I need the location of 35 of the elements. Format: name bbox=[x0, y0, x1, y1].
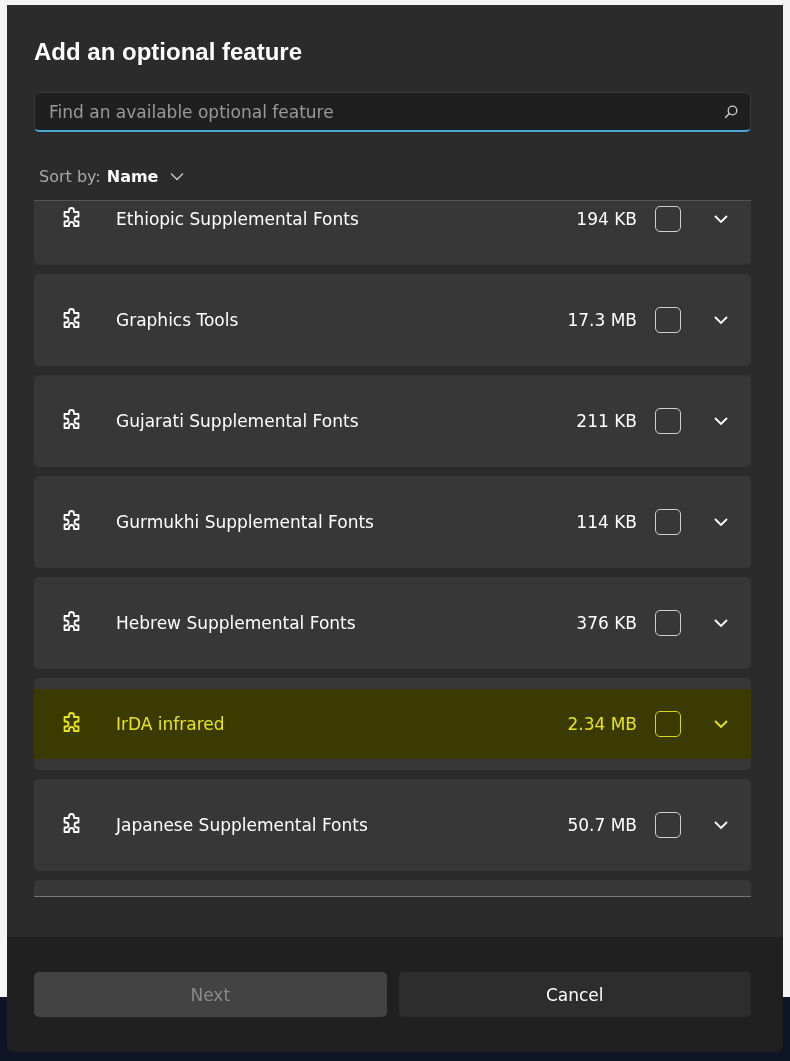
feature-item[interactable]: Ethiopic Supplemental Fonts 194 KB bbox=[34, 201, 751, 265]
feature-item[interactable]: Graphics Tools 17.3 MB bbox=[34, 274, 751, 366]
feature-item[interactable]: IrDA infrared 2.34 MB bbox=[34, 678, 751, 770]
feature-checkbox[interactable] bbox=[655, 408, 681, 434]
feature-checkbox[interactable] bbox=[655, 307, 681, 333]
sort-dropdown[interactable]: Sort by: Name bbox=[34, 167, 185, 186]
feature-size: 17.3 MB bbox=[567, 310, 637, 330]
feature-item[interactable]: Gujarati Supplemental Fonts 211 KB bbox=[34, 375, 751, 467]
feature-checkbox[interactable] bbox=[655, 711, 681, 737]
feature-size: 114 KB bbox=[576, 512, 637, 532]
feature-item[interactable]: Hebrew Supplemental Fonts 376 KB bbox=[34, 577, 751, 669]
chevron-down-icon bbox=[170, 172, 185, 181]
dialog-title: Add an optional feature bbox=[34, 37, 303, 67]
search-icon bbox=[723, 104, 739, 120]
feature-name: Gurmukhi Supplemental Fonts bbox=[116, 512, 375, 532]
search-field[interactable]: Find an available optional feature bbox=[34, 92, 751, 132]
feature-name: Ethiopic Supplemental Fonts bbox=[116, 209, 360, 229]
feature-checkbox[interactable] bbox=[655, 206, 681, 232]
feature-size: 194 KB bbox=[576, 209, 637, 229]
feature-checkbox[interactable] bbox=[655, 812, 681, 838]
feature-checkbox[interactable] bbox=[655, 610, 681, 636]
feature-name: Gujarati Supplemental Fonts bbox=[116, 411, 360, 431]
feature-checkbox[interactable] bbox=[655, 509, 681, 535]
feature-name: Hebrew Supplemental Fonts bbox=[116, 613, 357, 633]
feature-name: Graphics Tools bbox=[116, 310, 240, 330]
feature-size: 2.34 MB bbox=[567, 714, 637, 734]
expand-chevron-icon[interactable] bbox=[713, 719, 729, 729]
feature-size: 376 KB bbox=[576, 613, 637, 633]
dialog-button[interactable]: Cancel bbox=[398, 972, 751, 1017]
feature-size: 211 KB bbox=[576, 411, 637, 431]
feature-name: IrDA infrared bbox=[116, 714, 226, 734]
feature-name: Japanese Supplemental Fonts bbox=[116, 815, 369, 835]
feature-item[interactable]: Japanese Supplemental Fonts 50.7 MB bbox=[34, 779, 751, 871]
feature-size: 50.7 MB bbox=[567, 815, 637, 835]
feature-item[interactable]: Gurmukhi Supplemental Fonts 114 KB bbox=[34, 476, 751, 568]
